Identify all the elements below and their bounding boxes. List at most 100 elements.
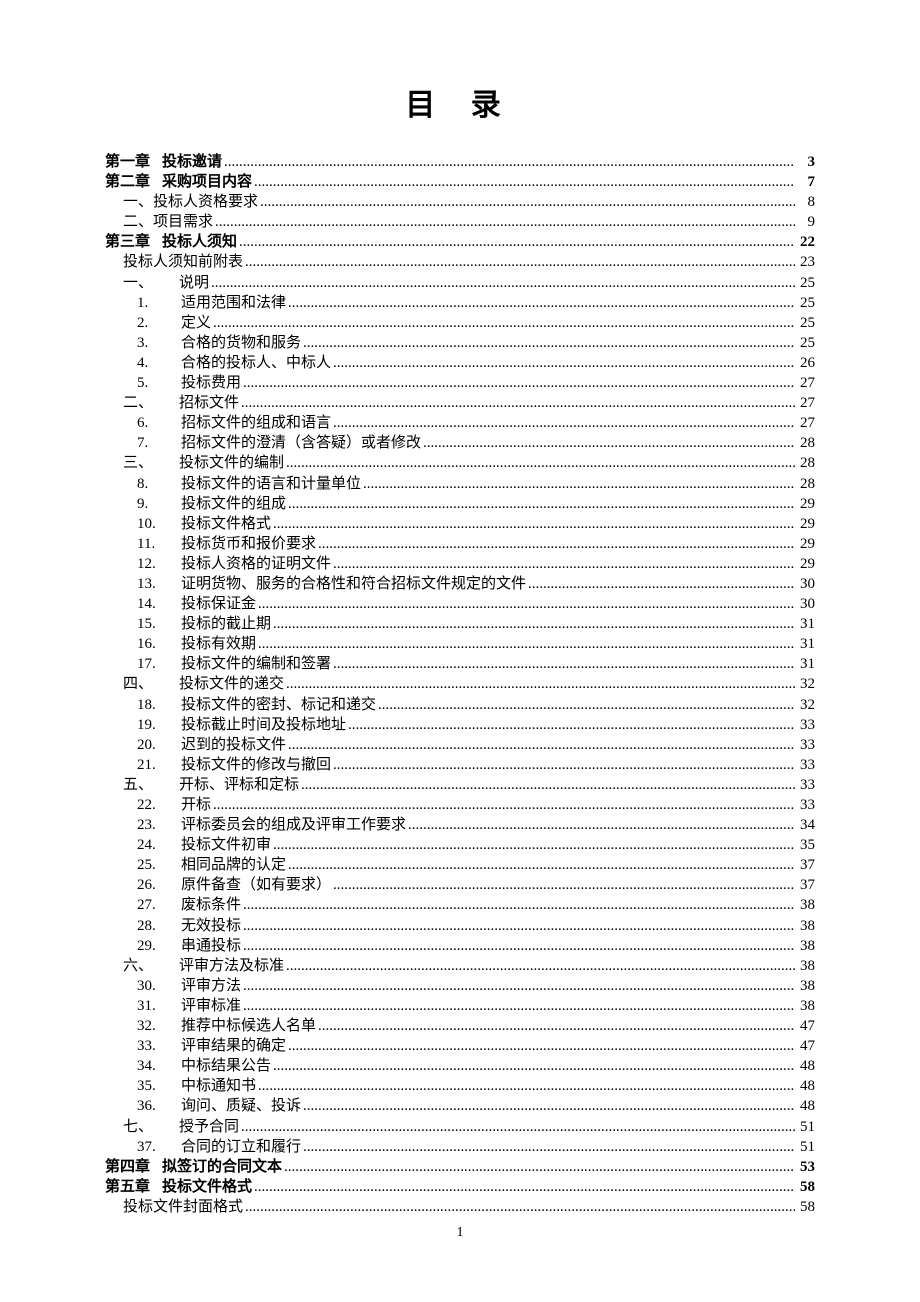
toc-entry: 2.定义 25 (105, 313, 815, 333)
toc-leader-dots (243, 916, 795, 936)
toc-leader-dots (258, 594, 795, 614)
toc-entry-label: 2.定义 (137, 313, 211, 333)
toc-entry-page: 29 (797, 494, 815, 514)
toc-leader-dots (333, 875, 795, 895)
toc-entry-text: 招标文件的组成和语言 (181, 413, 331, 433)
toc-leader-dots (286, 453, 795, 473)
toc-entry-page: 47 (797, 1016, 815, 1036)
toc-entry-number: 13. (137, 574, 181, 594)
toc-entry-number: 第五章 (105, 1177, 150, 1197)
toc-entry-number: 29. (137, 936, 181, 956)
toc-entry-text: 投标截止时间及投标地址 (181, 715, 346, 735)
toc-entry-page: 31 (797, 614, 815, 634)
toc-entry-label: 投标人须知前附表 (123, 252, 243, 272)
toc-entry: 16.投标有效期31 (105, 634, 815, 654)
toc-entry-text: 迟到的投标文件 (181, 735, 286, 755)
toc-leader-dots (273, 835, 795, 855)
toc-entry: 8.投标文件的语言和计量单位28 (105, 474, 815, 494)
toc-entry-text: 招标文件的澄清（含答疑）或者修改 (181, 433, 421, 453)
toc-entry-number: 第一章 (105, 152, 150, 172)
toc-entry: 36.询问、质疑、投诉48 (105, 1096, 815, 1116)
toc-entry-text: 投标文件初审 (181, 835, 271, 855)
toc-entry-number: 9. (137, 494, 181, 514)
toc-leader-dots (258, 634, 795, 654)
toc-entry-number: 30. (137, 976, 181, 996)
toc-entry-page: 38 (797, 976, 815, 996)
toc-entry: 5.投标费用27 (105, 373, 815, 393)
toc-entry: 21.投标文件的修改与撤回 33 (105, 755, 815, 775)
toc-leader-dots (288, 293, 795, 313)
toc-entry-page: 38 (797, 956, 815, 976)
toc-entry: 第一章投标邀请3 (105, 152, 815, 172)
toc-entry-label: 10.投标文件格式 (137, 514, 271, 534)
toc-leader-dots (333, 353, 795, 373)
toc-entry: 11.投标货币和报价要求29 (105, 534, 815, 554)
toc-entry: 二、招标文件 27 (105, 393, 815, 413)
toc-entry-number: 5. (137, 373, 181, 393)
toc-entry-page: 27 (797, 393, 815, 413)
toc-entry-page: 33 (797, 755, 815, 775)
toc-entry-text: 适用范围和法律 (181, 293, 286, 313)
toc-entry-number: 24. (137, 835, 181, 855)
toc-entry-text: 投标文件的语言和计量单位 (181, 474, 361, 494)
toc-entry-label: 7.招标文件的澄清（含答疑）或者修改 (137, 433, 421, 453)
toc-entry-label: 6.招标文件的组成和语言 (137, 413, 331, 433)
toc-entry-label: 11.投标货币和报价要求 (137, 534, 316, 554)
toc-leader-dots (303, 1137, 795, 1157)
toc-entry-text: 询问、质疑、投诉 (181, 1096, 301, 1116)
toc-entry-page: 47 (797, 1036, 815, 1056)
toc-entry-number: 36. (137, 1096, 181, 1116)
toc-leader-dots (408, 815, 795, 835)
toc-leader-dots (333, 654, 795, 674)
toc-entry: 23.评标委员会的组成及评审工作要求34 (105, 815, 815, 835)
toc-leader-dots (243, 976, 795, 996)
toc-entry-number: 四、 (123, 674, 179, 694)
toc-leader-dots (318, 534, 795, 554)
toc-entry-page: 29 (797, 514, 815, 534)
toc-entry-number: 23. (137, 815, 181, 835)
toc-entry-number: 11. (137, 534, 181, 554)
toc-entry-label: 28.无效投标 (137, 916, 241, 936)
toc-entry: 投标文件封面格式58 (105, 1197, 815, 1217)
toc-entry-page: 25 (797, 313, 815, 333)
toc-leader-dots (286, 956, 795, 976)
toc-entry-text: 开标 (181, 795, 211, 815)
toc-entry-page: 25 (797, 293, 815, 313)
toc-entry-text: 证明货物、服务的合格性和符合招标文件规定的文件 (181, 574, 526, 594)
toc-entry-label: 34.中标结果公告 (137, 1056, 271, 1076)
toc-entry-label: 37.合同的订立和履行 (137, 1137, 301, 1157)
toc-entry: 35.中标通知书48 (105, 1076, 815, 1096)
toc-entry-text: 中标结果公告 (181, 1056, 271, 1076)
toc-entry-label: 5.投标费用 (137, 373, 241, 393)
toc-entry-number: 27. (137, 895, 181, 915)
toc-leader-dots (213, 313, 795, 333)
toc-entry-text: 评审方法 (181, 976, 241, 996)
toc-entry-label: 23.评标委员会的组成及评审工作要求 (137, 815, 406, 835)
toc-entry-page: 33 (797, 795, 815, 815)
toc-entry: 34.中标结果公告48 (105, 1056, 815, 1076)
toc-entry-page: 33 (797, 775, 815, 795)
toc-leader-dots (303, 1096, 795, 1116)
toc-entry-label: 二、招标文件 (123, 393, 239, 413)
toc-entry-number: 二、 (123, 393, 179, 413)
toc-entry-number: 20. (137, 735, 181, 755)
toc-entry: 20.迟到的投标文件33 (105, 735, 815, 755)
toc-leader-dots (243, 936, 795, 956)
toc-entry-label: 七、授予合同 (123, 1117, 239, 1137)
toc-leader-dots (273, 1056, 795, 1076)
toc-entry: 32.推荐中标候选人名单47 (105, 1016, 815, 1036)
toc-leader-dots (348, 715, 795, 735)
toc-entry-label: 二、项目需求 (123, 212, 213, 232)
toc-leader-dots (273, 514, 795, 534)
toc-entry-text: 授予合同 (179, 1117, 239, 1137)
toc-leader-dots (215, 212, 795, 232)
toc-entry-page: 37 (797, 875, 815, 895)
toc-entry: 七、授予合同51 (105, 1117, 815, 1137)
toc-leader-dots (333, 755, 795, 775)
toc-entry-label: 29.串通投标 (137, 936, 241, 956)
toc-entry-text: 投标货币和报价要求 (181, 534, 316, 554)
toc-entry-label: 21.投标文件的修改与撤回 (137, 755, 331, 775)
toc-entry-number: 17. (137, 654, 181, 674)
toc-entry: 13.证明货物、服务的合格性和符合招标文件规定的文件30 (105, 574, 815, 594)
toc-entry-label: 20.迟到的投标文件 (137, 735, 286, 755)
